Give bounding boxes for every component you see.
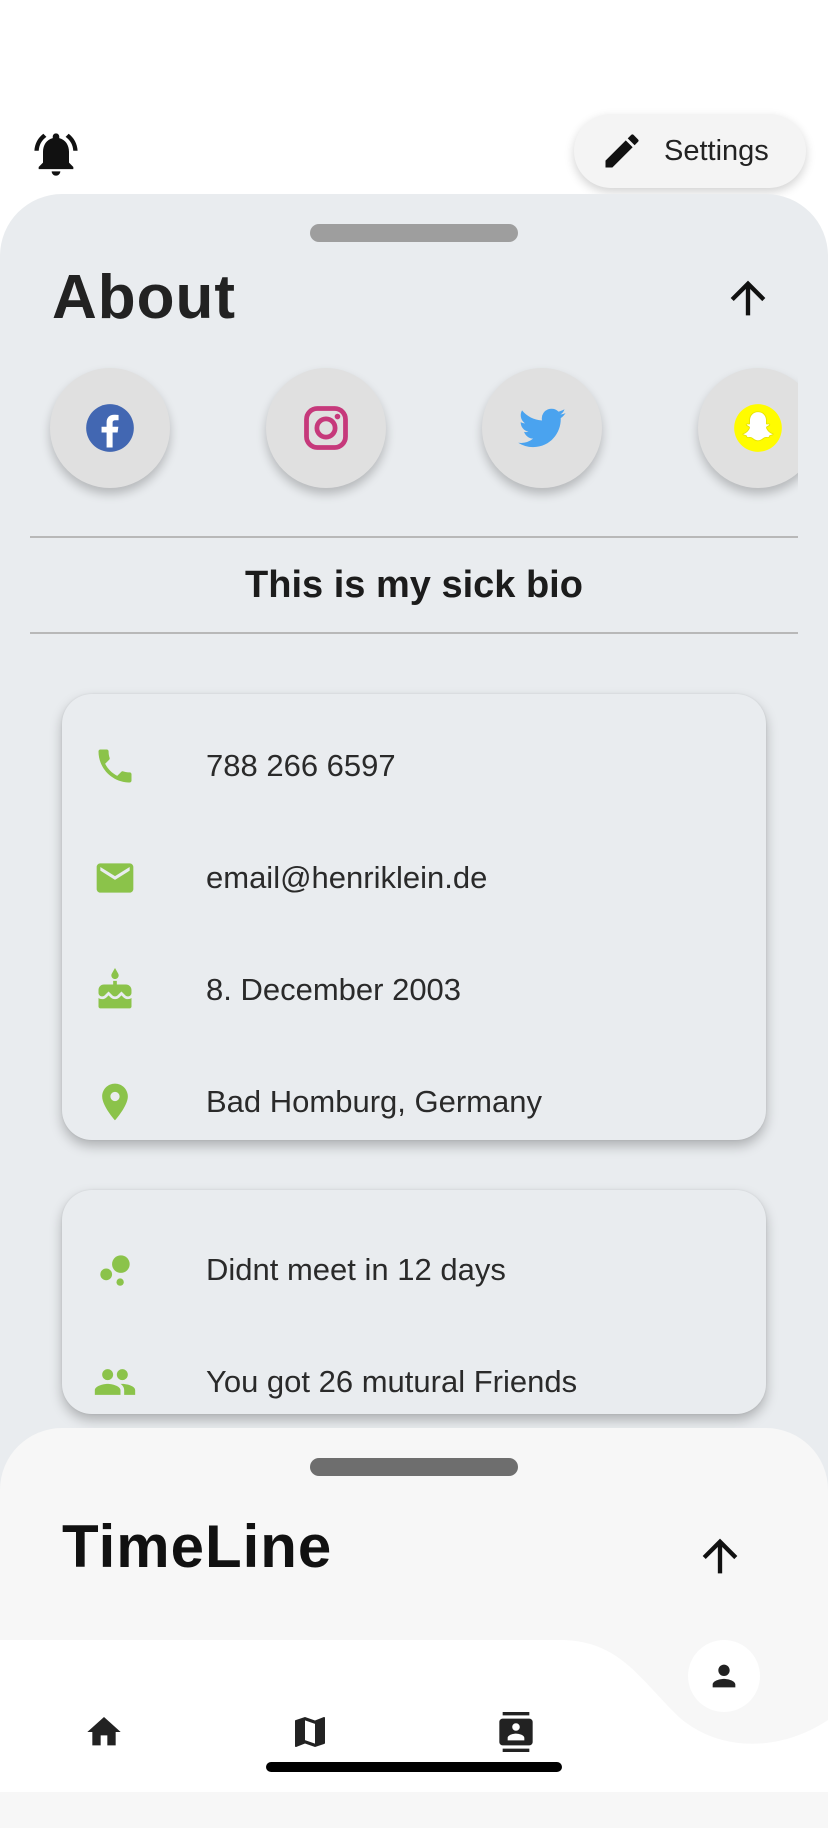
location-row[interactable]: Bad Homburg, Germany	[62, 1072, 766, 1132]
settings-button[interactable]: Settings	[574, 114, 806, 188]
stats-card: Didnt meet in 12 days You got 26 mutural…	[62, 1190, 766, 1414]
birthday-date: 8. December 2003	[206, 972, 462, 1007]
person-icon	[712, 1664, 736, 1688]
birthday-row: 8. December 2003	[62, 960, 766, 1020]
last-met-row: Didnt meet in 12 days	[62, 1240, 766, 1300]
bio-text: This is my sick bio	[245, 564, 583, 606]
bubble-chart-icon	[100, 1255, 130, 1286]
facebook-icon	[86, 404, 134, 452]
snapchat-icon	[734, 404, 782, 452]
drag-handle[interactable]	[310, 224, 518, 242]
contacts-icon[interactable]	[496, 1712, 536, 1752]
location-text: Bad Homburg, Germany	[206, 1084, 542, 1119]
settings-label: Settings	[664, 134, 769, 167]
home-icon[interactable]	[84, 1712, 124, 1752]
about-sheet: About This is my sick bio 788 266 6597 e…	[0, 194, 828, 1514]
last-met-text: Didnt meet in 12 days	[206, 1252, 506, 1287]
arrow-up-icon[interactable]	[722, 272, 774, 324]
email-row[interactable]: email@henriklein.de	[62, 848, 766, 908]
about-title: About	[52, 263, 237, 332]
mutual-friends-text: You got 26 mutural Friends	[206, 1364, 578, 1399]
home-indicator[interactable]	[266, 1762, 562, 1772]
map-icon[interactable]	[290, 1712, 330, 1752]
phone-icon	[98, 749, 132, 783]
edit-icon	[605, 134, 639, 168]
notifications-active-icon[interactable]	[30, 128, 82, 180]
profile-button[interactable]	[688, 1640, 760, 1712]
drag-handle[interactable]	[310, 1458, 518, 1476]
timeline-title: TimeLine	[62, 1513, 333, 1580]
phone-row[interactable]: 788 266 6597	[62, 736, 766, 796]
divider	[30, 632, 798, 634]
social-links	[30, 354, 798, 504]
twitter-icon	[518, 408, 566, 448]
twitter-button[interactable]	[482, 368, 602, 488]
divider	[30, 536, 798, 538]
facebook-button[interactable]	[50, 368, 170, 488]
instagram-button[interactable]	[266, 368, 386, 488]
snapchat-button[interactable]	[698, 368, 798, 488]
location-pin-icon	[102, 1083, 128, 1121]
people-icon	[94, 1369, 136, 1395]
phone-number: 788 266 6597	[206, 748, 396, 783]
email-address: email@henriklein.de	[206, 860, 488, 895]
mutual-friends-row[interactable]: You got 26 mutural Friends	[62, 1352, 766, 1412]
instagram-icon	[304, 406, 348, 450]
email-icon	[96, 863, 134, 893]
cake-icon	[98, 968, 132, 1009]
contact-card: 788 266 6597 email@henriklein.de 8. Dece…	[62, 694, 766, 1140]
arrow-up-icon[interactable]	[694, 1530, 746, 1582]
